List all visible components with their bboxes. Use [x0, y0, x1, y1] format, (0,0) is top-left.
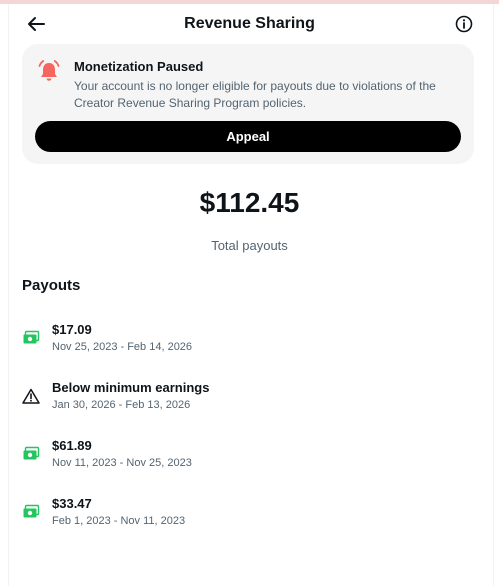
appeal-button[interactable]: Appeal [35, 121, 461, 152]
money-icon [22, 504, 40, 520]
warning-icon [22, 388, 40, 404]
money-icon [22, 330, 40, 346]
bell-icon [36, 58, 62, 84]
payout-amount: $61.89 [52, 438, 92, 453]
page-title: Revenue Sharing [184, 15, 315, 32]
payout-dates: Feb 1, 2023 - Nov 11, 2023 [52, 515, 186, 527]
payout-amount: Below minimum earnings [52, 380, 210, 395]
notice-title: Monetization Paused [74, 59, 204, 74]
payout-dates: Nov 25, 2023 - Feb 14, 2026 [52, 341, 193, 353]
info-icon [455, 15, 473, 33]
header: Revenue Sharing [0, 4, 499, 44]
notice-text: Your account is no longer eligible for p… [74, 79, 436, 110]
total-payout-label: Total payouts [211, 238, 288, 253]
payout-row[interactable]: Below minimum earnings Jan 30, 2026 - Fe… [22, 380, 474, 420]
payout-amount: $17.09 [52, 322, 92, 337]
payouts-section-title: Payouts [22, 277, 81, 294]
payout-amount: $33.47 [52, 496, 92, 511]
payout-row[interactable]: $61.89 Nov 11, 2023 - Nov 25, 2023 [22, 438, 474, 478]
money-icon [22, 446, 40, 462]
payout-row[interactable]: $17.09 Nov 25, 2023 - Feb 14, 2026 [22, 322, 474, 362]
total-payout-amount: $112.45 [199, 187, 300, 218]
monetization-notice: Monetization Paused Your account is no l… [22, 44, 474, 164]
payout-dates: Nov 11, 2023 - Nov 25, 2023 [52, 457, 192, 469]
payout-dates: Jan 30, 2026 - Feb 13, 2026 [52, 399, 191, 411]
payout-row[interactable]: $33.47 Feb 1, 2023 - Nov 11, 2023 [22, 496, 474, 536]
info-button[interactable] [453, 13, 475, 35]
